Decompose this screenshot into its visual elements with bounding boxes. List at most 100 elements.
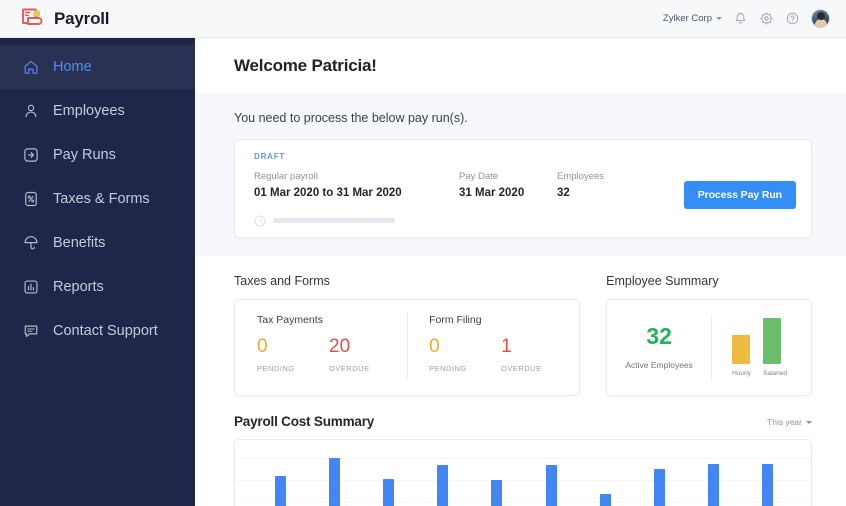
chart-bar-slot: [253, 450, 307, 506]
payrun-period: Regular payroll 01 Mar 2020 to 31 Mar 20…: [254, 171, 459, 199]
page-title: Welcome Patricia!: [234, 56, 377, 75]
bar-hourly: [732, 335, 751, 364]
org-switcher[interactable]: Zylker Corp: [663, 13, 722, 24]
taxes-section-title: Taxes and Forms: [234, 274, 330, 288]
chart-bar[interactable]: [328, 458, 340, 506]
chart-bar[interactable]: [654, 469, 666, 506]
sidebar-nav: Home Employees Pay Runs Taxes & Forms Be…: [0, 38, 195, 506]
sidebar-item-home[interactable]: Home: [0, 45, 195, 89]
settings-gear-icon[interactable]: [759, 11, 774, 26]
clock-info-icon: [254, 214, 266, 227]
payrun-progress: [254, 214, 795, 227]
chart-bar[interactable]: [545, 464, 557, 506]
employee-type-bars: [726, 318, 811, 364]
payrun-section-title: You need to process the below pay run(s)…: [234, 111, 468, 125]
chart-bar-slot: [524, 450, 578, 506]
stat-label: OVERDUE: [329, 364, 370, 373]
help-circle-icon[interactable]: [785, 11, 800, 26]
chart-bar-slot: [687, 450, 741, 506]
chart-bar[interactable]: [491, 479, 503, 506]
period-filter-label: This year: [767, 417, 802, 427]
stat-value: 0: [257, 336, 268, 357]
form-filing-group: Form Filing 0 PENDING 1 OVERDUE: [407, 312, 579, 395]
tax-payments-overdue[interactable]: 20 OVERDUE: [329, 337, 401, 373]
chart-bar-slot: [470, 450, 524, 506]
bar-salaried: [763, 318, 782, 364]
active-employees-count: 32: [646, 323, 672, 349]
form-filing-pending[interactable]: 0 PENDING: [429, 337, 501, 373]
sidebar-item-taxes-and-forms[interactable]: Taxes & Forms: [0, 177, 195, 221]
chart-bar[interactable]: [762, 463, 774, 506]
payrun-pay-date: Pay Date 31 Mar 2020: [459, 171, 557, 199]
cost-summary-header: Payroll Cost Summary This year: [195, 396, 846, 429]
period-filter-dropdown[interactable]: This year: [767, 417, 812, 429]
sidebar-item-label: Taxes & Forms: [53, 190, 150, 207]
active-employees-caption: Active Employees: [625, 360, 693, 370]
tax-payments-title: Tax Payments: [257, 314, 323, 326]
sidebar-item-benefits[interactable]: Benefits: [0, 221, 195, 265]
form-filing-title: Form Filing: [429, 314, 482, 326]
brand-logo[interactable]: Payroll: [0, 7, 109, 31]
sidebar-item-contact-support[interactable]: Contact Support: [0, 309, 195, 353]
payroll-cost-summary-section: Payroll Cost Summary This year: [195, 396, 846, 506]
payroll-cost-chart: [234, 439, 812, 506]
tax-form-icon: [22, 190, 40, 208]
taxes-panel: Tax Payments 0 PENDING 20 OVERDUE Form F…: [234, 299, 581, 396]
sidebar-item-label: Home: [53, 58, 92, 75]
chart-bar[interactable]: [599, 493, 611, 506]
form-filing-overdue[interactable]: 1 OVERDUE: [501, 337, 573, 373]
payrun-pay-date-value: 31 Mar 2020: [459, 187, 525, 199]
chat-icon: [22, 322, 40, 340]
payroll-document-icon: [20, 7, 46, 31]
summary-cards-row: Taxes and Forms Tax Payments 0 PENDING 2…: [195, 256, 846, 396]
cost-summary-title: Payroll Cost Summary: [234, 414, 375, 429]
chart-bar[interactable]: [437, 464, 449, 506]
sidebar-item-label: Reports: [53, 278, 104, 295]
payrun-pay-date-label: Pay Date: [459, 171, 499, 182]
sidebar-item-label: Benefits: [53, 234, 106, 251]
chart-bar[interactable]: [708, 463, 720, 506]
pay-run-icon: [22, 146, 40, 164]
chart-bars: [253, 450, 795, 506]
chart-bar-slot: [361, 450, 415, 506]
org-name: Zylker Corp: [662, 13, 712, 24]
sidebar-item-label: Employees: [53, 102, 125, 119]
header-actions: Zylker Corp: [663, 9, 846, 28]
user-icon: [22, 102, 40, 120]
employee-summary-title: Employee Summary: [606, 274, 719, 288]
chart-bar-slot: [578, 450, 632, 506]
bar-label-salaried: Salaried: [763, 370, 787, 377]
stat-label: OVERDUE: [501, 364, 542, 373]
stat-label: PENDING: [429, 364, 467, 373]
sidebar-item-employees[interactable]: Employees: [0, 89, 195, 133]
chart-bar-slot: [632, 450, 686, 506]
stat-value: 0: [429, 336, 440, 357]
top-header-bar: Payroll Zylker Corp: [0, 0, 846, 38]
sidebar-item-pay-runs[interactable]: Pay Runs: [0, 133, 195, 177]
stat-value: 1: [501, 336, 512, 357]
status-badge: DRAFT: [254, 152, 286, 161]
payrun-employees-value: 32: [557, 187, 570, 199]
taxes-and-forms-section: Taxes and Forms Tax Payments 0 PENDING 2…: [234, 274, 581, 396]
brand-name: Payroll: [54, 8, 110, 28]
notification-bell-icon[interactable]: [733, 11, 748, 26]
stat-label: PENDING: [257, 364, 295, 373]
employee-summary-panel: 32 Active Employees Hourly Salaried: [606, 299, 812, 396]
chart-bar[interactable]: [383, 478, 394, 506]
form-filing-stats: 0 PENDING 1 OVERDUE: [429, 337, 579, 373]
payrun-period-value: 01 Mar 2020 to 31 Mar 2020: [254, 187, 402, 199]
tax-payments-pending[interactable]: 0 PENDING: [257, 337, 329, 373]
reports-icon: [22, 278, 40, 296]
benefits-icon: [22, 234, 40, 252]
sidebar-item-reports[interactable]: Reports: [0, 265, 195, 309]
home-icon: [22, 58, 40, 76]
chart-bar-slot: [741, 450, 795, 506]
chart-bar[interactable]: [274, 475, 286, 506]
chart-bar-slot: [416, 450, 470, 506]
avatar[interactable]: [811, 9, 830, 28]
process-pay-run-button[interactable]: Process Pay Run: [683, 181, 796, 209]
payrun-employees-label: Employees: [557, 171, 604, 182]
sidebar-item-label: Pay Runs: [53, 146, 116, 163]
employee-type-chart: Hourly Salaried: [712, 318, 811, 377]
payrun-employees: Employees 32: [557, 171, 647, 199]
